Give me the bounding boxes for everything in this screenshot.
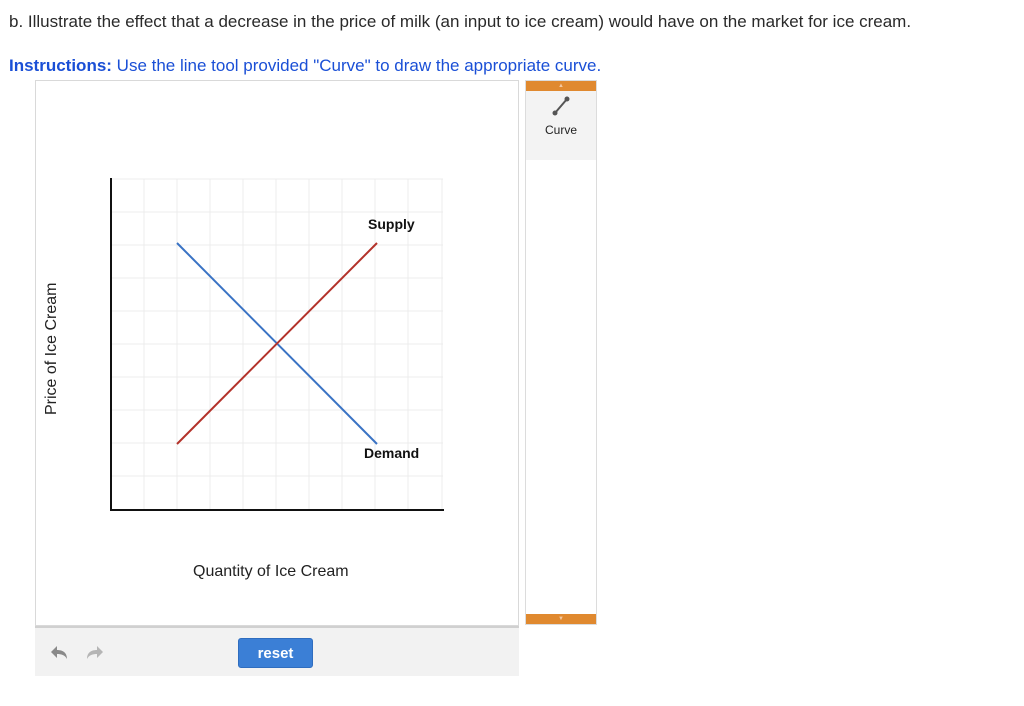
instructions-text: Use the line tool provided "Curve" to dr…	[111, 56, 602, 75]
instructions: Instructions: Use the line tool provided…	[9, 56, 601, 76]
reset-button[interactable]: reset	[238, 638, 313, 668]
instructions-lead: Instructions:	[9, 56, 112, 75]
question-text: b. Illustrate the effect that a decrease…	[9, 12, 912, 31]
scroll-up-arrow-icon: ▲	[558, 83, 564, 89]
x-axis-label: Quantity of Ice Cream	[193, 563, 349, 580]
tool-panel: ▲ Curve ▼	[525, 80, 597, 625]
supply-label: Supply	[368, 216, 415, 232]
y-axis-label: Price of Ice Cream	[43, 283, 60, 415]
redo-icon[interactable]	[83, 643, 105, 663]
curve-tool-icon	[552, 96, 570, 116]
graph-toolbar: reset	[35, 626, 519, 676]
undo-icon[interactable]	[49, 643, 71, 663]
curve-tool-label: Curve	[544, 123, 577, 137]
tool-scroll-up[interactable]: ▲	[526, 81, 596, 91]
graph-canvas[interactable]: Supply Demand Quantity of Ice Cream Pric…	[36, 81, 520, 627]
scroll-down-arrow-icon: ▼	[558, 616, 564, 622]
tool-scroll-down[interactable]: ▼	[526, 614, 596, 624]
graph-panel[interactable]: Supply Demand Quantity of Ice Cream Pric…	[35, 80, 519, 626]
curve-tool-button[interactable]: Curve	[526, 91, 596, 160]
demand-label: Demand	[364, 445, 419, 461]
